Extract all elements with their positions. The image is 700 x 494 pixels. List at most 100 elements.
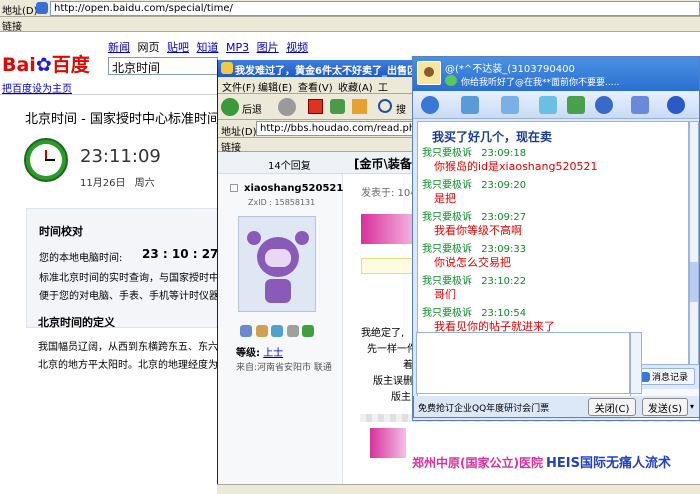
- set-home-link[interactable]: 把百度设为主页: [2, 80, 72, 95]
- def-line-1: 我国幅员辽阔，从西到东横跨东五、东六: [38, 342, 218, 353]
- voice-icon[interactable]: [461, 96, 479, 114]
- menu-view[interactable]: 查看(V): [298, 79, 333, 94]
- input-scrollbar[interactable]: [630, 332, 642, 394]
- nav-tieba[interactable]: 贴吧: [167, 41, 189, 54]
- ie-icon: [221, 62, 233, 74]
- avatar[interactable]: [238, 216, 316, 312]
- message-meta-3: 我只要极诉 23:09:27: [422, 208, 526, 223]
- message-history: 我买了好几个，现在卖 我只要极诉 23:09:18 你猴岛的id是xiaosha…: [417, 121, 689, 365]
- user-location: 来自:河南省安阳市 联通: [236, 363, 332, 373]
- menu-bar: 文件(F) 编辑(E) 查看(V) 收藏(A) 工: [218, 77, 418, 94]
- nav-video[interactable]: 视频: [286, 41, 308, 54]
- local-time-value: 23 : 10 : 27: [142, 247, 219, 261]
- post-line-5: 版主: [391, 392, 411, 403]
- settings-icon[interactable]: [631, 96, 649, 114]
- baidu-page: Bai✿百度 新闻 网页 贴吧 知道 MP3 图片 视频 北京时间 把百度设为主…: [0, 32, 308, 494]
- checkbox-icon[interactable]: [230, 184, 238, 192]
- message-time-2: 23:09:20: [481, 180, 527, 191]
- baidu-logo[interactable]: Bai✿百度: [2, 50, 90, 77]
- contact-avatar[interactable]: [417, 61, 441, 85]
- author-actions: [240, 324, 314, 337]
- post-line-4: 版主误删: [373, 376, 413, 387]
- app-icon[interactable]: [567, 96, 585, 114]
- history-scrollbar[interactable]: [689, 121, 699, 365]
- menu-tools[interactable]: 工: [378, 79, 388, 94]
- post-line-2: 先一样一件: [367, 344, 417, 355]
- blog-icon[interactable]: [286, 325, 299, 337]
- author-panel: xiaoshang520521 ZxID : 15858131 等级: 上士 来…: [218, 174, 343, 494]
- nav-mp3[interactable]: MP3: [226, 41, 249, 54]
- search-label[interactable]: 搜: [396, 101, 406, 116]
- post-line-1: 我绝定了,: [361, 328, 405, 339]
- reply-count: 14个回复: [268, 161, 311, 172]
- links-label[interactable]: 链接: [2, 18, 22, 33]
- forum-titlebar: 我发难过了，黄金6件太不好卖了_出售区_第: [218, 60, 432, 77]
- stop-icon[interactable]: [308, 99, 323, 114]
- contact-name: @(*^不达装_(3103790400: [445, 64, 575, 75]
- banner-slogan: HEIS国际无痛人流术: [546, 456, 671, 471]
- message-icon[interactable]: [240, 325, 252, 337]
- level-row: 等级: 上士: [236, 344, 283, 359]
- user-id: ZxID : 15858131: [248, 198, 316, 207]
- sms-icon[interactable]: [539, 96, 557, 114]
- file-transfer-icon[interactable]: [501, 96, 519, 114]
- calibrate-title: 时间校对: [39, 225, 83, 238]
- clock-date-row: 11月26日 周六: [80, 174, 155, 189]
- address-input[interactable]: http://open.baidu.com/special/time/: [50, 1, 700, 16]
- message-text-5: 哥们: [434, 288, 456, 301]
- address-bar: 地址(D) http://open.baidu.com/special/time…: [0, 0, 700, 17]
- nav-images[interactable]: 图片: [257, 41, 279, 54]
- qq-search-icon[interactable]: [667, 96, 685, 114]
- pink-logo: [361, 214, 418, 244]
- close-button[interactable]: 关闭(C): [588, 398, 636, 416]
- back-icon[interactable]: [221, 98, 239, 116]
- banner-logo: [370, 428, 406, 458]
- address-label: 地址(D): [2, 6, 38, 17]
- home-icon[interactable]: [352, 99, 367, 114]
- clock-icon: [24, 138, 68, 182]
- post-title: [金币\装备: [354, 157, 412, 171]
- send-options-icon[interactable]: ▾: [690, 402, 694, 411]
- message-meta-5: 我只要极诉 23:10:22: [422, 272, 526, 287]
- baidu-search-input[interactable]: 北京时间: [108, 57, 218, 75]
- message-input-box[interactable]: [416, 332, 630, 394]
- message-time-5: 23:10:22: [481, 276, 527, 287]
- ad-banner[interactable]: 郑州中原(国家公立)医院 HEIS国际无痛人流术: [360, 414, 700, 482]
- status-bar: [217, 484, 700, 494]
- history-scroll-thumb[interactable]: [690, 262, 698, 302]
- nav-web: 网页: [137, 41, 160, 54]
- level-label: 等级:: [236, 348, 260, 359]
- menu-favorites[interactable]: 收藏(A): [338, 79, 373, 94]
- def-line-2: 北京的地方平太阳时。北京的地理经度为: [38, 360, 218, 371]
- qq-ad-text[interactable]: 免费抢订企业QQ年度研讨会门票: [418, 401, 549, 414]
- links-bar: 链接: [0, 17, 700, 33]
- nav-news[interactable]: 新闻: [108, 41, 130, 54]
- menu-file[interactable]: 文件(F): [222, 79, 256, 94]
- send-label: 发送(S): [647, 403, 683, 415]
- local-time-label: 您的本地电脑时间:: [39, 253, 123, 264]
- desc-line-1: 标准北京时间的实时查询，与国家授时中: [39, 273, 219, 284]
- toolbar: 后退 搜: [218, 94, 418, 120]
- username[interactable]: xiaoshang520521: [244, 183, 343, 194]
- message-history-button[interactable]: 消息记录: [633, 368, 695, 385]
- forward-icon[interactable]: [278, 98, 296, 116]
- message-text-4: 你说怎么交易把: [434, 256, 511, 269]
- back-label[interactable]: 后退: [242, 101, 262, 116]
- send-button[interactable]: 发送(S): [642, 398, 688, 416]
- group-icon[interactable]: [595, 96, 613, 114]
- friend-icon[interactable]: [302, 325, 314, 337]
- forum-address-label: 地址(D): [221, 127, 257, 138]
- search-user-icon[interactable]: [271, 325, 283, 337]
- level-value[interactable]: 上士: [263, 348, 283, 359]
- contact-signature: 你给我听好了@在我**面前你不要要.....: [461, 78, 620, 88]
- menu-edit[interactable]: 编辑(E): [258, 79, 292, 94]
- refresh-icon[interactable]: [330, 99, 345, 114]
- forum-address-input[interactable]: http://bbs.houdao.com/read.php?: [256, 121, 416, 136]
- calibrate-panel: 时间校对 您的本地电脑时间: 23 : 10 : 27 标准北京时间的实时查询，…: [26, 208, 220, 328]
- search-icon[interactable]: [378, 99, 392, 113]
- clock-date: 11月26日: [80, 178, 126, 189]
- profile-icon[interactable]: [255, 325, 268, 337]
- video-icon[interactable]: [421, 96, 439, 114]
- nav-zhidao[interactable]: 知道: [197, 41, 219, 54]
- message-text-0: 我买了好几个，现在卖: [432, 130, 553, 144]
